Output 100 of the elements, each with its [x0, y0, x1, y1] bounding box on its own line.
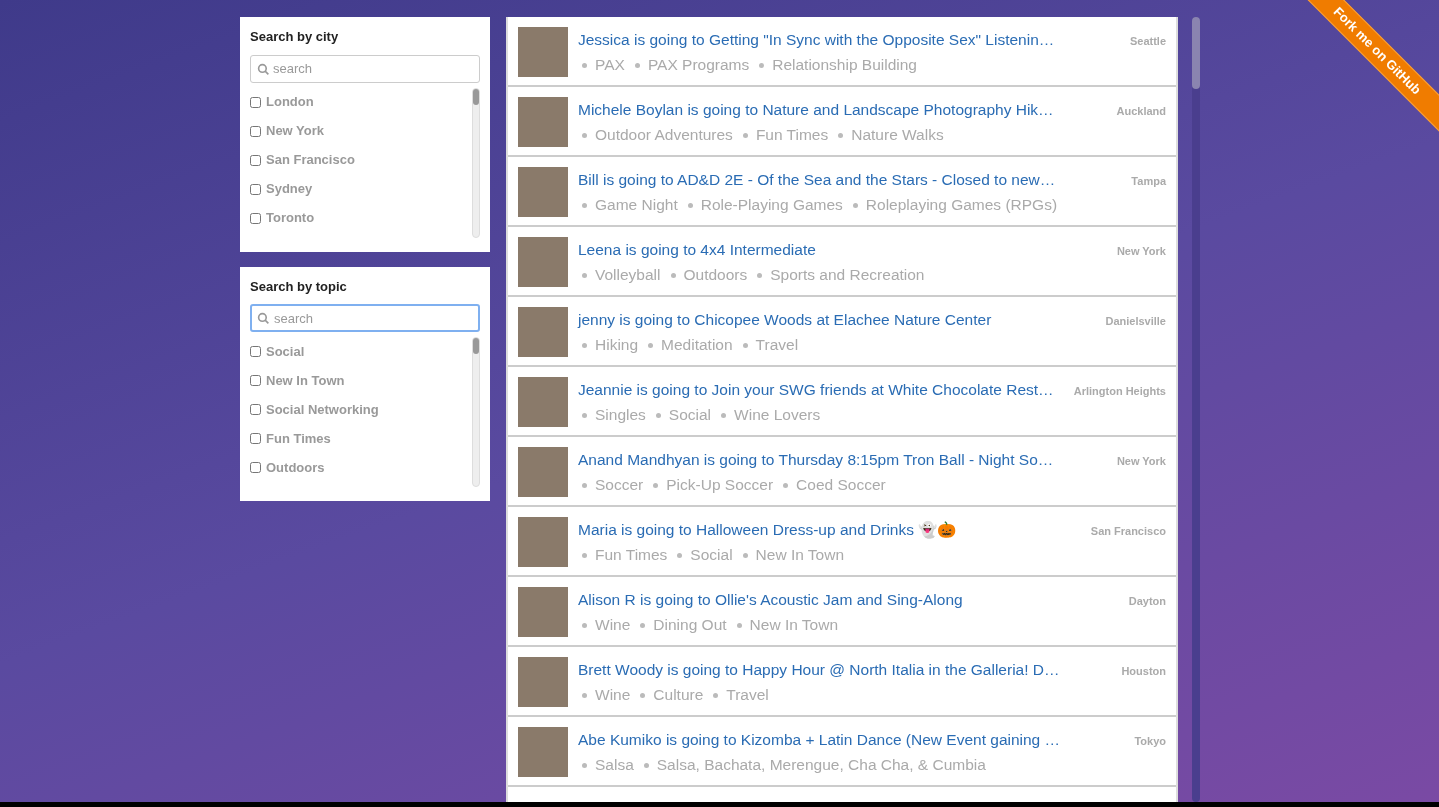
bullet-icon [582, 342, 587, 348]
event-link[interactable]: jenny is going to Chicopee Woods at Elachee Nature Center [578, 307, 1104, 333]
photo-placeholder [518, 517, 568, 567]
photo-placeholder [518, 377, 568, 427]
topic-tag[interactable]: Wine [595, 613, 631, 637]
topic-tag[interactable]: Travel [726, 683, 769, 707]
event-link[interactable]: Bill is going to AD&D 2E - Of the Sea and the Stars - Closed to new… [578, 167, 1130, 193]
bullet-icon [582, 132, 587, 138]
bullet-icon [582, 62, 587, 68]
city-label: Tokyo [1133, 734, 1166, 749]
city-label: Tampa [1130, 174, 1166, 189]
photo-placeholder [518, 27, 568, 77]
event-link[interactable]: Brett Woody is going to Happy Hour @ North Italia in the Galleria! D… [578, 657, 1120, 683]
option-label: Fun Times [266, 429, 331, 448]
bullet-icon [582, 762, 587, 768]
bullet-icon [713, 692, 719, 698]
topic-tag[interactable]: Social [690, 543, 733, 567]
bullet-icon [640, 692, 646, 698]
search-field[interactable]: search [250, 54, 480, 83]
topic-tag[interactable]: Culture [653, 683, 704, 707]
topic-tag[interactable]: Social [668, 403, 712, 427]
option-label: San Francisco [266, 151, 355, 170]
event-link[interactable]: Jeannie is going to Join your SWG friends at White Chocolate Rest… [578, 377, 1072, 403]
event-link[interactable]: Leena is going to 4x4 Intermediate [578, 237, 1115, 263]
checkbox[interactable] [250, 96, 261, 108]
city-label: San Francisco [1089, 524, 1166, 539]
checkbox[interactable] [250, 462, 261, 473]
topic-tag[interactable]: Relationship Building [772, 53, 917, 77]
event-link[interactable]: Abe Kumiko is going to Kizomba + Latin Dance (New Event gaining … [578, 727, 1133, 753]
bullet-icon [742, 552, 748, 558]
event-link[interactable]: Maria is going to Halloween Dress-up and Drinks 👻🎃 [578, 517, 1089, 543]
filter-title: Search by city [250, 28, 340, 46]
checkbox[interactable] [250, 404, 261, 415]
topic-tag[interactable]: Outdoor Adventures [595, 123, 733, 147]
photo-placeholder [518, 587, 568, 637]
city-label: Arlington Heights [1072, 384, 1166, 399]
photo-placeholder [518, 237, 568, 287]
checkbox[interactable] [250, 183, 261, 195]
bullet-icon [687, 202, 693, 208]
bullet-icon [582, 202, 587, 208]
city-label: Seattle [1128, 34, 1166, 49]
checkbox[interactable] [250, 433, 261, 444]
city-label: Houston [1120, 664, 1166, 679]
topic-tag[interactable]: Hiking [595, 333, 639, 357]
topic-tag[interactable]: Sports and Recreation [770, 263, 925, 287]
event-link[interactable]: Michele Boylan is going to Nature and Landscape Photography Hik… [578, 97, 1115, 123]
topic-tag[interactable]: Travel [755, 333, 799, 357]
photo-placeholder [518, 307, 568, 357]
topic-tag[interactable]: Pick-Up Soccer [666, 473, 774, 497]
bullet-icon [742, 132, 748, 138]
city-label: New York [1115, 454, 1166, 469]
topic-tag[interactable]: Coed Soccer [796, 473, 886, 497]
search-icon [257, 312, 270, 325]
topic-tag[interactable]: Role-Playing Games [700, 193, 843, 217]
option-label: Social [266, 342, 305, 361]
bullet-icon [648, 342, 654, 348]
topic-tag[interactable]: Fun Times [755, 123, 829, 147]
search-field[interactable]: search [250, 304, 480, 332]
topic-tag[interactable]: Meditation [661, 333, 733, 357]
topic-tag[interactable]: Singles [595, 403, 646, 427]
photo-placeholder [518, 97, 568, 147]
bullet-icon [757, 272, 763, 278]
topic-tag[interactable]: Salsa, Bachata, Merengue, Cha Cha, & Cumbia [656, 753, 986, 777]
filter-title: Search by topic [250, 277, 348, 296]
topic-tag[interactable]: Nature Walks [851, 123, 944, 147]
topic-tag[interactable]: Game Night [595, 193, 678, 217]
bullet-icon [640, 622, 646, 628]
topic-tag[interactable]: PAX Programs [647, 53, 750, 77]
topic-tag[interactable]: New In Town [755, 543, 845, 567]
bullet-icon [742, 342, 748, 348]
bullet-icon [852, 202, 858, 208]
event-link[interactable]: Jessica is going to Getting "In Sync with the Opposite Sex" Listenin… [578, 27, 1128, 53]
event-link[interactable]: Alison R is going to Ollie's Acoustic Jam and Sing-Along [578, 587, 1127, 613]
topic-tag[interactable]: PAX [595, 53, 625, 77]
city-label: Dayton [1127, 594, 1166, 609]
topic-tag[interactable]: Salsa [595, 753, 634, 777]
bullet-icon [677, 552, 683, 558]
checkbox[interactable] [250, 212, 261, 224]
photo-placeholder [518, 657, 568, 707]
option-label: Toronto [266, 209, 315, 228]
topic-tag[interactable]: Fun Times [595, 543, 668, 567]
checkbox[interactable] [250, 154, 261, 166]
bullet-icon [582, 272, 587, 278]
bullet-icon [783, 482, 789, 488]
topic-tag[interactable]: Soccer [595, 473, 644, 497]
checkbox[interactable] [250, 346, 261, 357]
event-link[interactable]: Anand Mandhyan is going to Thursday 8:15pm Tron Ball - Night So… [578, 447, 1115, 473]
topic-tag[interactable]: New In Town [749, 613, 838, 637]
city-label: Auckland [1115, 104, 1166, 119]
topic-tag[interactable]: Roleplaying Games (RPGs) [865, 193, 1058, 217]
checkbox[interactable] [250, 125, 261, 137]
topic-tag[interactable]: Dining Out [653, 613, 727, 637]
checkbox[interactable] [250, 375, 261, 386]
topic-tag[interactable]: Outdoors [683, 263, 748, 287]
topic-tag[interactable]: Volleyball [595, 263, 661, 287]
topic-tag[interactable]: Wine [595, 683, 631, 707]
photo-placeholder [518, 167, 568, 217]
option-label: Social Networking [266, 400, 379, 419]
bullet-icon [655, 412, 661, 418]
topic-tag[interactable]: Wine Lovers [734, 403, 821, 427]
